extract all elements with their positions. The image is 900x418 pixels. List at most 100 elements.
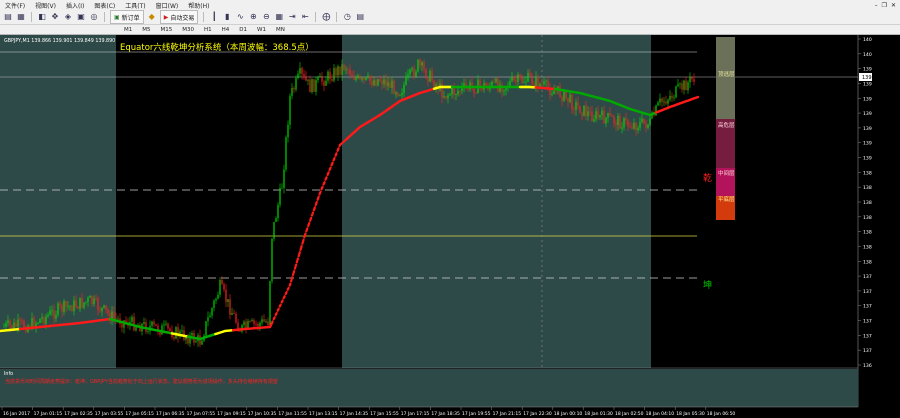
- candle-body: [269, 281, 271, 325]
- candle-body: [23, 321, 25, 328]
- navigator-icon[interactable]: ◈: [63, 12, 73, 22]
- market-watch-icon[interactable]: ◧: [37, 12, 47, 22]
- timeframe-m30[interactable]: M30: [178, 25, 198, 35]
- restore-icon[interactable]: ❐: [882, 2, 887, 9]
- candle-body: [353, 76, 355, 80]
- menu-item-help[interactable]: 帮助(H): [183, 1, 214, 10]
- candle-body: [173, 337, 175, 339]
- candle-body: [283, 169, 285, 188]
- candlestick-icon[interactable]: ▮: [222, 12, 232, 22]
- candle-body: [63, 301, 65, 312]
- auto-trading-button[interactable]: ▶ 自动交易: [159, 10, 199, 24]
- line-chart-icon[interactable]: ∿: [235, 12, 245, 22]
- candle-body: [571, 94, 573, 110]
- chart-window[interactable]: 顶逃层 高危层 中间层 平底层 乾 坤 140.280140.105139.95…: [0, 35, 900, 418]
- candle-body: [393, 80, 395, 95]
- candle-body: [409, 69, 411, 75]
- candle-body: [75, 300, 77, 307]
- time-label: 18 Jan 02:50: [615, 411, 644, 417]
- templates-icon[interactable]: ▤: [355, 12, 365, 22]
- price-chart[interactable]: 顶逃层 高危层 中间层 平底层 乾 坤 140.280140.105139.95…: [0, 35, 900, 418]
- candle-body: [573, 109, 575, 111]
- info-text: 当前货币对时间周期走势提示：乾坤，GBPJPY当前趋势处于向上运行状态，建议顺势…: [5, 378, 278, 385]
- new-order-button[interactable]: ▣ 新订单: [110, 10, 144, 24]
- candle-body: [175, 327, 177, 339]
- candle-body: [243, 321, 245, 325]
- candle-body: [311, 79, 313, 93]
- candle-body: [361, 77, 363, 80]
- candle-body: [517, 74, 519, 82]
- menu-item-tools[interactable]: 工具(T): [120, 1, 150, 10]
- ma-segment: [694, 95, 700, 99]
- candle-body: [253, 320, 255, 324]
- candle-body: [315, 79, 317, 92]
- candle-body: [221, 280, 223, 285]
- timeframe-m5[interactable]: M5: [138, 25, 154, 35]
- candle-body: [285, 137, 287, 170]
- candle-body: [509, 80, 511, 86]
- candle-body: [255, 323, 257, 325]
- candle-body: [601, 110, 603, 116]
- candle-body: [677, 84, 679, 87]
- menu-item-charts[interactable]: 图表(C): [89, 1, 120, 10]
- menu-item-insert[interactable]: 插入(I): [61, 1, 89, 10]
- kun-label: 坤: [703, 279, 712, 291]
- menu-item-view[interactable]: 视图(V): [30, 1, 61, 10]
- candle-body: [185, 337, 187, 340]
- menu-item-file[interactable]: 文件(F): [0, 1, 30, 10]
- minimize-icon[interactable]: –: [875, 2, 878, 9]
- candle-body: [251, 320, 253, 322]
- timeframe-mn[interactable]: MN: [272, 25, 289, 35]
- new-chart-icon[interactable]: ▤: [3, 12, 13, 22]
- new-order-icon: ▣: [114, 13, 120, 21]
- candle-body: [357, 75, 359, 78]
- candle-body: [675, 86, 677, 98]
- candle-body: [279, 188, 281, 205]
- candle-body: [597, 111, 599, 118]
- candle-body: [665, 101, 667, 104]
- profiles-icon[interactable]: ▦: [16, 12, 26, 22]
- candle-body: [121, 324, 123, 328]
- candle-body: [595, 111, 597, 120]
- timeframe-w1[interactable]: W1: [253, 25, 270, 35]
- candle-body: [603, 110, 605, 124]
- candle-body: [371, 81, 373, 86]
- candle-body: [159, 331, 161, 335]
- candle-body: [163, 324, 165, 326]
- candle-body: [453, 87, 455, 96]
- candle-body: [633, 122, 635, 129]
- candle-body: [19, 319, 21, 321]
- timeframe-m15[interactable]: M15: [157, 25, 177, 35]
- zoom-in-icon[interactable]: ⊕: [248, 12, 258, 22]
- timeframe-m1[interactable]: M1: [120, 25, 136, 35]
- timeframe-h4[interactable]: H4: [218, 25, 234, 35]
- zoom-out-icon[interactable]: ⊖: [261, 12, 271, 22]
- indicator-title: Equator六线乾坤分析系统（本周波幅：368.5点）: [120, 42, 314, 53]
- bar-chart-icon[interactable]: ┃: [209, 12, 219, 22]
- candle-body: [49, 310, 51, 315]
- candle-body: [205, 321, 207, 336]
- tile-windows-icon[interactable]: ▦: [274, 12, 284, 22]
- chart-shift-icon[interactable]: ⇤: [300, 12, 310, 22]
- candle-body: [79, 297, 81, 309]
- terminal-icon[interactable]: ▣: [76, 12, 86, 22]
- candle-body: [209, 315, 211, 318]
- menu-item-window[interactable]: 窗口(W): [151, 1, 184, 10]
- candle-body: [273, 221, 275, 239]
- toolbar-separator: [336, 12, 338, 22]
- candle-body: [681, 83, 683, 90]
- candle-body: [561, 96, 563, 102]
- candle-body: [113, 311, 115, 319]
- timeframe-h1[interactable]: H1: [200, 25, 216, 35]
- candle-body: [457, 90, 459, 95]
- indicators-icon[interactable]: ⨁: [321, 12, 331, 22]
- data-window-icon[interactable]: ✥: [50, 12, 60, 22]
- close-icon[interactable]: ✕: [891, 2, 896, 9]
- metaeditor-icon[interactable]: ◆: [147, 12, 157, 22]
- timeframe-d1[interactable]: D1: [235, 25, 251, 35]
- auto-scroll-icon[interactable]: ⇥: [287, 12, 297, 22]
- tester-icon[interactable]: ◎: [89, 12, 99, 22]
- periods-icon[interactable]: ◷: [342, 12, 352, 22]
- candle-body: [585, 105, 587, 117]
- candle-body: [233, 313, 235, 314]
